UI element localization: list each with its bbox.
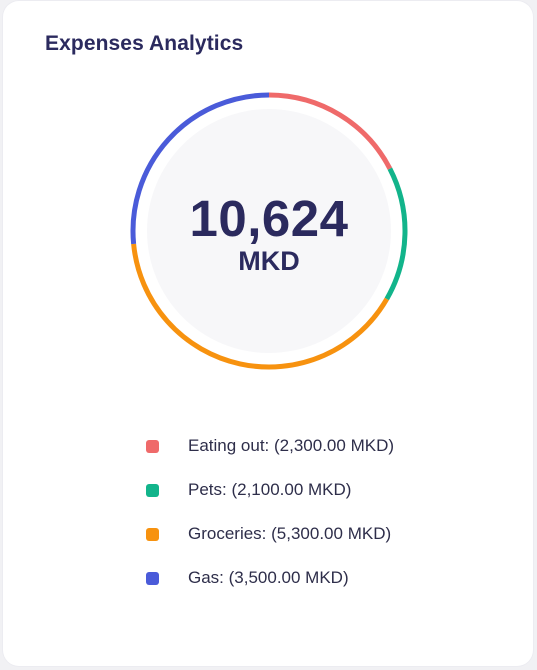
gas-swatch-icon (146, 571, 159, 585)
legend-label: Gas: (3,500.00 MKD) (188, 568, 349, 587)
legend-item-eating-out: Eating out: (2,300.00 MKD) (146, 424, 394, 468)
pets-swatch-icon (146, 483, 159, 497)
legend-item-gas: Gas: (3,500.00 MKD) (146, 556, 394, 600)
expenses-donut-chart: 10,624 MKD (128, 90, 410, 372)
legend-label: Pets: (2,100.00 MKD) (188, 480, 352, 499)
legend-item-pets: Pets: (2,100.00 MKD) (146, 468, 394, 512)
card-title: Expenses Analytics (45, 32, 244, 55)
legend-label: Eating out: (2,300.00 MKD) (188, 436, 395, 455)
groceries-swatch-icon (146, 527, 159, 541)
chart-legend: Eating out: (2,300.00 MKD) Pets: (2,100.… (146, 424, 394, 600)
legend-item-groceries: Groceries: (5,300.00 MKD) (146, 512, 394, 556)
legend-label: Groceries: (5,300.00 MKD) (188, 524, 392, 543)
total-currency: MKD (238, 246, 300, 276)
expenses-analytics-card: Expenses Analytics 10,624 MKD Eating out… (3, 1, 533, 666)
eating-out-swatch-icon (146, 439, 159, 453)
total-amount: 10,624 (189, 190, 349, 247)
